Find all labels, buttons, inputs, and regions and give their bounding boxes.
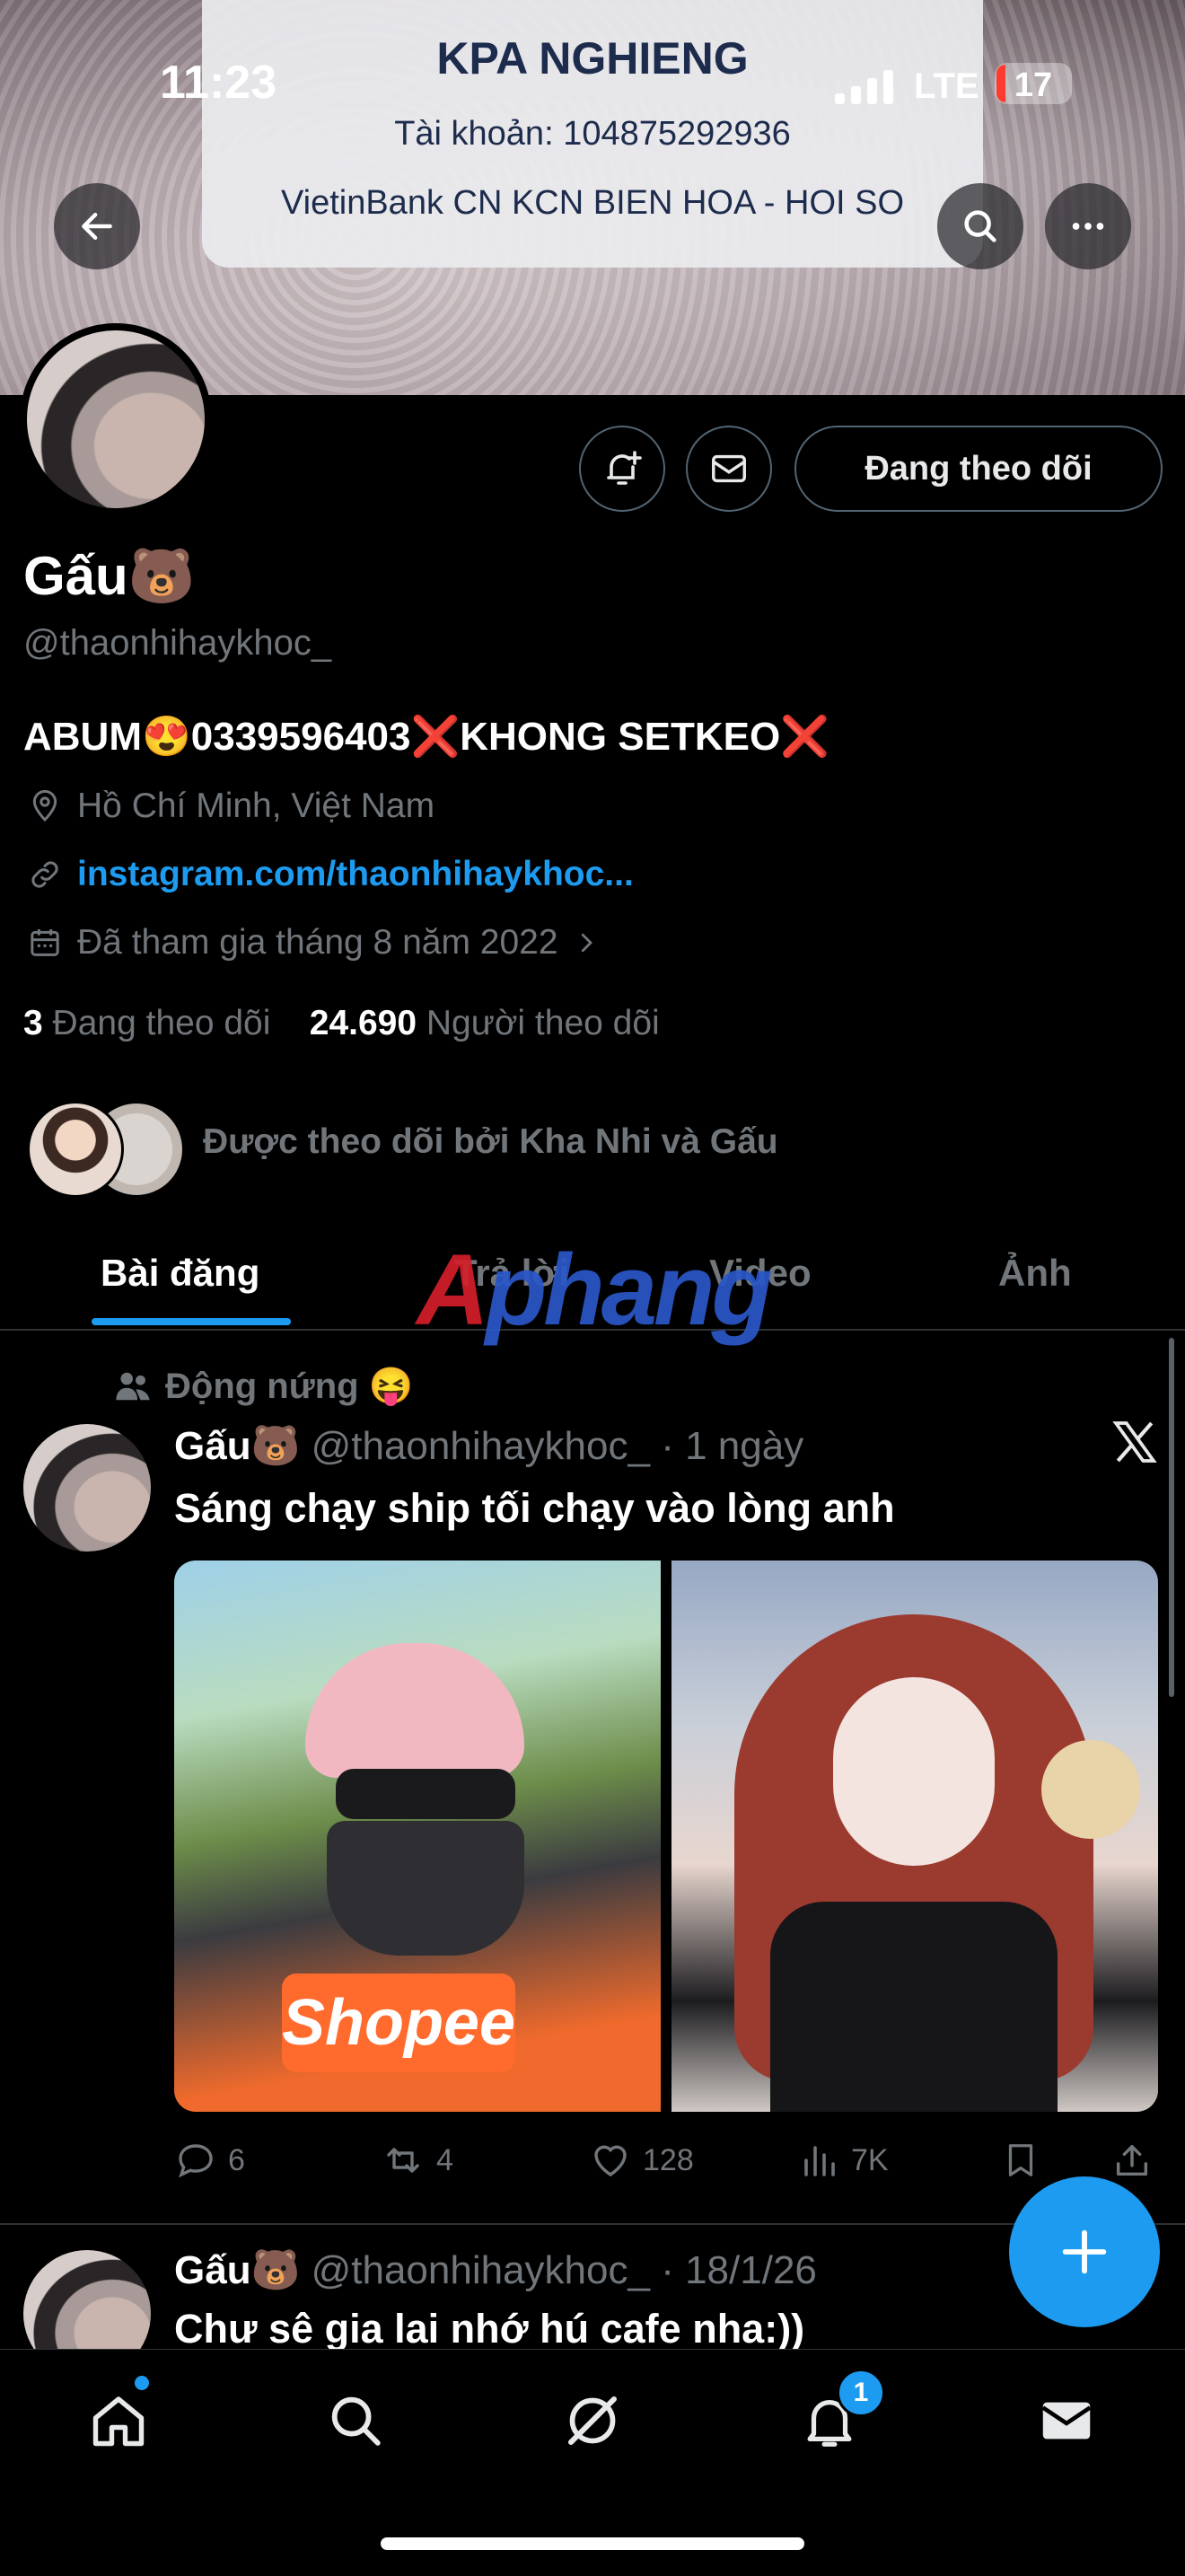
followers-label: Người theo dõi [426,1004,660,1042]
like-count: 128 [643,2142,694,2177]
following-button[interactable]: Đang theo dõi [794,426,1163,512]
envelope-icon [712,454,746,483]
like-button[interactable]: 128 [589,2139,694,2182]
search-icon [964,210,996,242]
more-dots-icon [1072,223,1104,230]
share-icon [1116,2144,1148,2176]
location-row: Hồ Chí Minh, Việt Nam [27,787,434,826]
bank-card-account: Tài khoản: 104875292936 [394,115,791,153]
post-author-name[interactable]: Gấu🐻 [174,2248,300,2292]
location-pin-icon [32,789,57,822]
face-shape [833,1677,995,1866]
repost-button[interactable]: 4 [381,2139,453,2182]
back-button[interactable] [54,183,140,269]
post-header: Gấu🐻 @thaonhihaykhoc_ · 18/1/26 [174,2246,817,2293]
tab-photos[interactable]: Ảnh [998,1252,1072,1295]
share-button[interactable] [1111,2139,1153,2182]
post-author-handle[interactable]: @thaonhihaykhoc_ [312,1424,650,1468]
post-context[interactable]: Động nứng 😝 [113,1365,413,1407]
post-author-name[interactable]: Gấu🐻 [174,1424,300,1468]
search-button[interactable] [937,183,1023,269]
post-photo[interactable]: Shopee [174,1561,661,2112]
more-options-button[interactable] [1045,183,1131,269]
bookmark-icon [1008,2144,1033,2176]
profile-avatar[interactable] [27,330,205,508]
link-row[interactable]: instagram.com/thaonhihaykhoc... [27,855,634,894]
sunglasses-shape [336,1769,515,1819]
post-avatar[interactable] [23,1424,151,1552]
arrow-left-icon [82,212,112,241]
mask-shape [327,1821,524,1956]
bank-card-bank: VietinBank CN KCN BIEN HOA - HOI SO [280,184,905,222]
home-icon [92,2396,145,2447]
signal-icon [835,68,894,104]
followed-by-text[interactable]: Được theo dõi bởi Kha Nhi và Gấu [203,1122,778,1162]
bookmark-button[interactable] [1000,2139,1041,2182]
chevron-right-icon [581,933,592,953]
reply-count: 6 [228,2142,245,2177]
network-label: LTE [914,66,979,106]
reply-icon [179,2144,213,2178]
post-time: · 1 ngày [661,1424,804,1468]
followers-count: 24.690 [309,1004,417,1042]
profile-bio: ABUM😍0339596403❌KHONG SETKEO❌ [23,715,830,759]
divider [0,2223,1185,2225]
followers-link[interactable]: 24.690 Người theo dõi [310,1004,660,1042]
post-photo[interactable] [672,1561,1158,2112]
plus-icon [1062,2229,1107,2274]
message-button[interactable] [686,426,772,512]
people-icon [116,1372,150,1400]
post-header: Gấu🐻 @thaonhihaykhoc_ · 1 ngày [174,1422,803,1469]
repost-count: 4 [436,2142,453,2177]
joined-row[interactable]: Đã tham gia tháng 8 năm 2022 [27,923,600,963]
follower-avatar[interactable] [27,1101,124,1198]
calendar-icon [31,929,59,956]
post-author-handle[interactable]: @thaonhihaykhoc_ [312,2248,650,2292]
repost-icon [387,2148,419,2173]
following-link[interactable]: 3 Đang theo dõi [23,1004,270,1042]
post-text: Chư sê gia lai nhớ hú cafe nha:)) [174,2306,805,2352]
search-icon [331,2396,381,2446]
post-time: · 18/1/26 [661,2248,817,2292]
jacket-logo: Shopee [282,1974,515,2072]
envelope-icon [1041,2402,1092,2440]
bar-chart-icon [804,2146,835,2176]
nav-home[interactable] [83,2385,154,2457]
scrollbar[interactable] [1169,1338,1174,1697]
nav-search[interactable] [320,2385,391,2457]
plush-toy-shape [1041,1740,1140,1839]
grok-icon [568,2396,617,2445]
battery-percent: 17 [1014,66,1053,104]
status-time: 11:23 [160,57,277,109]
views-button[interactable]: 7K [797,2139,889,2182]
following-label: Đang theo dõi [52,1004,271,1042]
following-count: 3 [23,1004,43,1042]
notifications-badge: 1 [837,2369,885,2417]
post-context-text: Động nứng 😝 [165,1367,414,1406]
clothing-shape [770,1902,1058,2112]
follow-counts: 3 Đang theo dõi 24.690 Người theo dõi [23,1004,660,1043]
active-tab-indicator [92,1318,291,1325]
post-text: Sáng chạy ship tối chạy vào lòng anh [174,1485,895,1531]
heart-icon [594,2145,627,2177]
home-unread-dot [135,2376,149,2390]
tab-posts[interactable]: Bài đăng [101,1252,259,1295]
notifications-toggle-button[interactable] [579,426,665,512]
view-count: 7K [851,2142,889,2177]
compose-button[interactable] [1009,2176,1160,2327]
nav-grok[interactable] [557,2385,628,2457]
website-link[interactable]: instagram.com/thaonhihaykhoc... [77,855,634,894]
watermark-logo: Aphang [417,1234,773,1346]
link-icon [31,861,58,888]
nav-messages[interactable] [1031,2385,1102,2457]
x-logo-icon[interactable] [1110,1417,1160,1471]
location-text: Hồ Chí Minh, Việt Nam [77,787,435,825]
display-name: Gấu🐻 [23,546,196,606]
user-handle: @thaonhihaykhoc_ [23,623,332,663]
bell-plus-icon [607,451,642,485]
reply-button[interactable]: 6 [174,2139,245,2182]
joined-text: Đã tham gia tháng 8 năm 2022 [77,923,558,962]
helmet-shape [305,1643,524,1778]
home-indicator[interactable] [381,2537,804,2550]
